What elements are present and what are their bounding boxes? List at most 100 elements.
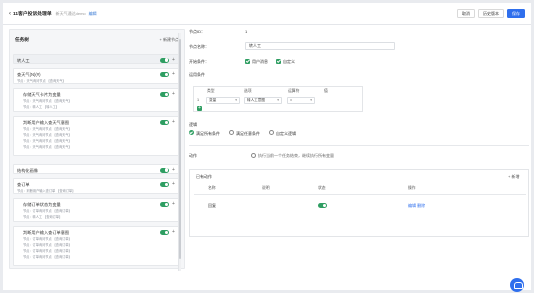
- tree-node-sub: 节点：天气询问节点 【查询天气】: [23, 99, 72, 103]
- tree-node-title: 转人工: [17, 57, 30, 63]
- node-toggle[interactable]: [160, 167, 169, 173]
- type-select[interactable]: 变量 ▾: [206, 97, 240, 104]
- edit-link[interactable]: 编辑: [89, 11, 97, 17]
- action-status-toggle[interactable]: [318, 203, 327, 208]
- add-child-icon[interactable]: +: [172, 92, 175, 97]
- table-header: 操作: [408, 186, 416, 190]
- tree-node[interactable]: 转人工 +: [13, 54, 181, 64]
- action-list-title: 已有动作: [196, 174, 212, 179]
- new-node-button[interactable]: + 新建节点: [160, 37, 179, 43]
- trigger-checkbox-user[interactable]: [245, 58, 250, 64]
- node-toggle[interactable]: [160, 230, 169, 235]
- add-child-icon[interactable]: +: [172, 202, 175, 207]
- logic-radio-any[interactable]: [229, 130, 234, 135]
- logic-option-label: 自定义逻辑: [276, 130, 296, 136]
- scrollbar-thumb[interactable]: [179, 39, 181, 259]
- condition-label: 运用条件: [189, 72, 205, 77]
- action-name: 回复: [208, 203, 216, 208]
- logic-radio-all[interactable]: [189, 130, 194, 135]
- history-button[interactable]: 历史版本: [478, 9, 504, 18]
- action-radio[interactable]: [251, 152, 256, 158]
- node-toggle[interactable]: [160, 202, 169, 207]
- node-id-value: 1: [245, 29, 248, 34]
- condition-table: 类型 选项 运算符 值 1 变量 ▾ 转人工意图 ▾ = ▾ +: [193, 86, 363, 112]
- chevron-down-icon: ▾: [310, 98, 312, 102]
- chevron-down-icon: ▾: [235, 98, 237, 102]
- node-toggle[interactable]: [160, 57, 169, 63]
- logic-radio-custom[interactable]: [269, 130, 274, 135]
- tree-node[interactable]: 查天气(N)(#) 节点：天气询问节点 【查询天气】 +: [13, 68, 181, 84]
- chat-assistant-icon[interactable]: [510, 278, 524, 292]
- node-toggle[interactable]: [160, 182, 169, 187]
- logic-option-label: 满足所有条件: [196, 130, 220, 136]
- table-header: 运算符: [288, 89, 300, 93]
- tree-node-sub: 节点：订单询问节点 【查询订单】: [23, 255, 72, 259]
- add-child-icon[interactable]: +: [172, 72, 175, 77]
- tree-node[interactable]: 判断用户输入查天气意图 节点：天气询问节点 【查询天气】 节点：天气询问节点 【…: [13, 116, 181, 156]
- tree-node-sub: 节点：天气询问节点 【查询天气】: [23, 145, 72, 149]
- table-header: 选项: [244, 89, 252, 93]
- table-header: 状态: [318, 186, 326, 190]
- back-icon[interactable]: ‹: [9, 11, 11, 17]
- save-button[interactable]: 保存: [507, 9, 525, 18]
- tree-node-sub: 节点：天气询问节点 【查询天气】: [23, 139, 72, 143]
- add-condition-icon[interactable]: +: [197, 106, 202, 111]
- tree-node[interactable]: 查订单 节点：判断用户输入查订单 【查询订单】 +: [13, 178, 181, 194]
- tree-node-sub: 节点：天气询问节点 【查询天气】: [23, 133, 72, 137]
- tree-node[interactable]: 存储订单状态为变量 节点：订单询问节点 【查询订单】 节点：转人工 【查询订单】…: [13, 198, 181, 222]
- table-header: 说明: [262, 186, 270, 190]
- action-ops-links[interactable]: 编辑 删除: [408, 203, 425, 209]
- app-frame: ‹ 11客户投诉处理单 新天气通达demo 编辑 取消 历史版本 保存 任务树 …: [3, 3, 531, 290]
- tree-node-sub: 节点：转人工 【转人工】: [23, 105, 59, 109]
- task-tree-header: 任务树 + 新建节点: [10, 30, 184, 50]
- logic-label: 逻辑: [189, 122, 197, 127]
- node-toggle[interactable]: [160, 92, 169, 97]
- select-value: =: [290, 98, 293, 102]
- cancel-button[interactable]: 取消: [457, 9, 475, 18]
- node-editor: 节点ID： 1 节点名称： 转人工 开始条件： 用户消息 自定义 运用条件 类型…: [189, 29, 529, 289]
- tree-node-sub: 节点：判断用户输入查订单 【查询订单】: [17, 189, 76, 193]
- add-child-icon[interactable]: +: [172, 120, 175, 125]
- option-select[interactable]: 转人工意图 ▾: [244, 97, 282, 104]
- tree-node-sub: 节点：订单询问节点 【查询订单】: [23, 243, 72, 247]
- tree-node-sub: 节点：订单询问节点 【查询订单】: [23, 237, 72, 241]
- table-header: 类型: [207, 89, 215, 93]
- tree-node[interactable]: 存储天气卡片为变量 节点：天气询问节点 【查询天气】 节点：转人工 【转人工】 …: [13, 88, 181, 112]
- tree-node-sub: 节点：订单询问节点 【查询订单】: [23, 209, 72, 213]
- node-toggle[interactable]: [160, 72, 169, 77]
- top-bar: ‹ 11客户投诉处理单 新天气通达demo 编辑 取消 历史版本 保存: [3, 3, 531, 25]
- task-tree-title: 任务树: [15, 37, 29, 42]
- add-action-button[interactable]: + 新增: [508, 174, 519, 180]
- node-toggle[interactable]: [160, 120, 169, 125]
- logic-option-label: 满足任意条件: [236, 130, 260, 136]
- action-hint: 执行当前一个任务结束，继续执行所有变量: [258, 153, 334, 158]
- tree-node-sub: 节点：订单询问节点 【查询订单】: [23, 249, 72, 253]
- trigger-option-label: 用户消息: [252, 59, 268, 64]
- breadcrumb[interactable]: 新天气通达demo: [56, 11, 86, 17]
- add-child-icon[interactable]: +: [172, 57, 175, 63]
- row-index: 1: [197, 98, 200, 102]
- action-list-box: 已有动作 + 新增 名称 说明 状态 操作 回复 编辑 删除: [189, 169, 529, 237]
- tree-node-sub: 节点：转人工 【查询订单】: [23, 215, 63, 219]
- action-label: 动作: [189, 153, 197, 158]
- select-value: 变量: [209, 98, 217, 102]
- divider: [194, 194, 526, 195]
- table-header: 名称: [208, 186, 216, 190]
- tree-node[interactable]: 结构化画像 +: [13, 164, 181, 174]
- node-name-label: 节点名称：: [189, 44, 209, 49]
- node-name-input[interactable]: 转人工: [245, 42, 395, 50]
- add-child-icon[interactable]: +: [172, 182, 175, 187]
- node-id-label: 节点ID：: [189, 29, 205, 34]
- add-child-icon[interactable]: +: [172, 230, 175, 235]
- trigger-option-label: 自定义: [283, 59, 295, 64]
- tree-node-title: 结构化画像: [17, 167, 38, 173]
- trigger-label: 开始条件：: [189, 59, 209, 64]
- add-child-icon[interactable]: +: [172, 167, 175, 173]
- tree-scrollbar[interactable]: [178, 33, 181, 271]
- chevron-down-icon: ▾: [277, 98, 279, 102]
- operator-select[interactable]: = ▾: [287, 97, 315, 104]
- tree-node[interactable]: 判断用户输入查订单意图 节点：订单询问节点 【查询订单】 节点：订单询问节点 【…: [13, 226, 181, 266]
- divider: [189, 145, 529, 146]
- tree-node-sub: 节点：天气询问节点 【查询天气】: [23, 127, 72, 131]
- trigger-checkbox-custom[interactable]: [276, 58, 281, 64]
